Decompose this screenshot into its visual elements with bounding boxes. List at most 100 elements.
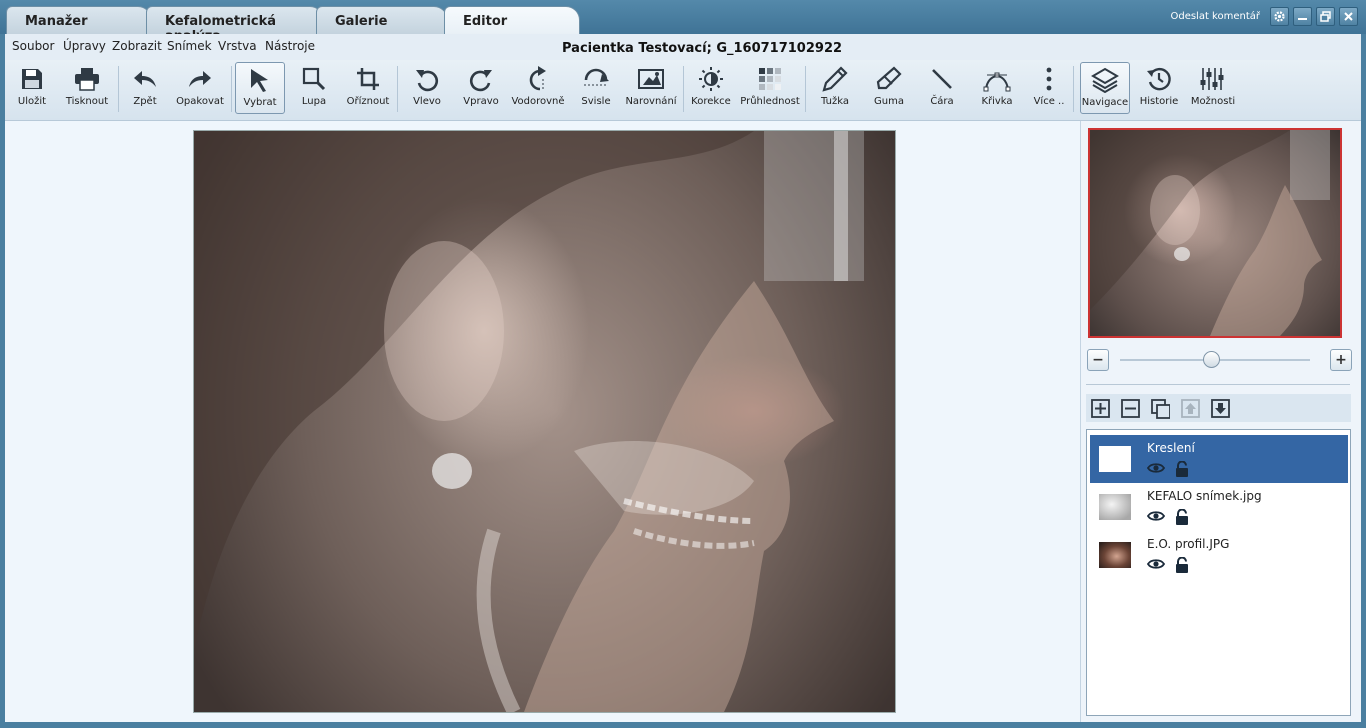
editor-canvas[interactable] [5,121,1080,722]
transparency-button[interactable]: Průhlednost [740,62,800,114]
unlock-icon[interactable] [1175,557,1189,573]
panel-divider [1080,121,1081,722]
sliders-icon [1200,68,1224,90]
minimize-icon[interactable] [1293,7,1312,26]
unlock-icon[interactable] [1175,509,1189,525]
tool-label: Více .. [1033,96,1065,107]
tool-label: Narovnání [625,96,677,107]
layer-item[interactable]: KEFALO snímek.jpg [1090,483,1348,531]
more-tools-button[interactable]: Více .. [1031,62,1067,114]
line-button[interactable]: Čára [925,62,959,114]
tab-cephalometric-analysis[interactable]: Kefalometrická analýza [146,6,324,44]
layer-thumbnail [1099,494,1131,520]
document-title: Pacientka Testovací; G_160717102922 [562,41,843,56]
layer-item[interactable]: E.O. profil.JPG [1090,531,1348,579]
eraser-button[interactable]: Guma [871,62,907,114]
layer-item[interactable]: Kreslení [1090,435,1348,483]
menu-snimek[interactable]: Snímek [167,39,212,53]
tab-label: Galerie [335,14,388,29]
arrow-pointer-icon [251,69,268,92]
toolbar: Uložit Tisknout Zpět Opakovat Vybrat Lup… [5,60,1361,121]
navigation-button[interactable]: Navigace [1080,62,1130,114]
layer-toolbar [1086,394,1351,422]
printer-icon [75,68,99,91]
arrow-down-icon [1211,399,1230,418]
tab-manager[interactable]: Manažer [6,6,152,34]
zoom-out-button[interactable]: − [1087,349,1109,371]
curve-button[interactable]: Křivka [977,62,1017,114]
zoom-in-button[interactable]: + [1330,349,1352,371]
menu-bar: Soubor Úpravy Zobrazit Snímek Vrstva Nás… [5,34,1361,60]
save-button[interactable]: Uložit [13,62,51,114]
history-button[interactable]: Historie [1139,62,1179,114]
layer-list: Kreslení KEFALO snímek.jpg E.O. profil.J… [1086,429,1351,716]
restore-icon[interactable] [1316,7,1335,26]
tool-label: Tužka [821,96,849,107]
tool-label: Čára [930,96,954,107]
floppy-disk-icon [22,69,42,89]
unlock-icon[interactable] [1175,461,1189,477]
toolbar-separator [1073,66,1074,112]
rotate-left-button[interactable]: Vlevo [409,62,445,114]
toolbar-separator [118,66,119,112]
close-icon[interactable] [1339,7,1358,26]
eye-icon[interactable] [1147,510,1165,522]
redo-button[interactable]: Opakovat [175,62,225,114]
tool-label: Vodorovně [511,96,565,107]
radiograph-image[interactable] [193,130,896,713]
flip-vertical-icon [584,68,609,86]
plus-icon: + [1335,352,1347,368]
print-button[interactable]: Tisknout [63,62,111,114]
eye-icon[interactable] [1147,462,1165,474]
menu-nastroje[interactable]: Nástroje [265,39,315,53]
remove-layer-button[interactable] [1121,399,1140,418]
straighten-button[interactable]: Narovnání [625,62,677,114]
eye-icon[interactable] [1147,558,1165,570]
pencil-button[interactable]: Tužka [817,62,853,114]
tool-label: Guma [874,96,904,107]
layer-thumbnail [1099,542,1131,568]
menu-vrstva[interactable]: Vrstva [218,39,257,53]
thumbnail-overlay [1090,130,1330,336]
feedback-link[interactable]: Odeslat komentář [1170,11,1260,22]
undo-button[interactable]: Zpět [127,62,163,114]
tool-label: Navigace [1081,97,1129,108]
transparency-icon [759,68,781,90]
undo-icon [134,71,156,87]
flip-vertical-button[interactable]: Svisle [579,62,613,114]
menu-zobrazit[interactable]: Zobrazit [112,39,162,53]
flip-horizontal-button[interactable]: Vodorovně [510,62,566,114]
tab-editor[interactable]: Editor [444,6,580,35]
gear-icon[interactable] [1270,7,1289,26]
magnifier-button[interactable]: Lupa [297,62,331,114]
layer-thumbnail [1099,446,1131,472]
tool-label: Oříznout [346,96,390,107]
add-layer-button[interactable] [1091,399,1110,418]
move-layer-down-button[interactable] [1211,399,1230,418]
tool-label: Lupa [301,96,327,107]
rotate-right-button[interactable]: Vpravo [461,62,501,114]
layer-name: Kreslení [1147,441,1195,455]
tool-label: Zpět [133,96,157,107]
duplicate-layer-icon [1151,398,1170,419]
tool-label: Vlevo [413,96,441,107]
options-button[interactable]: Možnosti [1191,62,1235,114]
crop-button[interactable]: Oříznout [345,62,391,114]
line-icon [932,69,952,89]
menu-upravy[interactable]: Úpravy [63,39,106,53]
radiograph-overlay [194,131,864,712]
move-layer-up-button[interactable] [1181,399,1200,418]
magnifier-icon [302,67,326,91]
layer-name: E.O. profil.JPG [1147,537,1230,551]
select-tool-button[interactable]: Vybrat [235,62,285,114]
tab-gallery[interactable]: Galerie [316,6,448,34]
menu-soubor[interactable]: Soubor [12,39,54,53]
duplicate-layer-button[interactable] [1151,398,1170,419]
brightness-icon [699,67,723,91]
remove-layer-icon [1121,399,1140,418]
arrow-up-icon [1181,399,1200,418]
correction-button[interactable]: Korekce [691,62,731,114]
rotate-left-icon [416,70,439,92]
panel-separator [1086,384,1350,385]
navigation-thumbnail[interactable] [1088,128,1342,338]
